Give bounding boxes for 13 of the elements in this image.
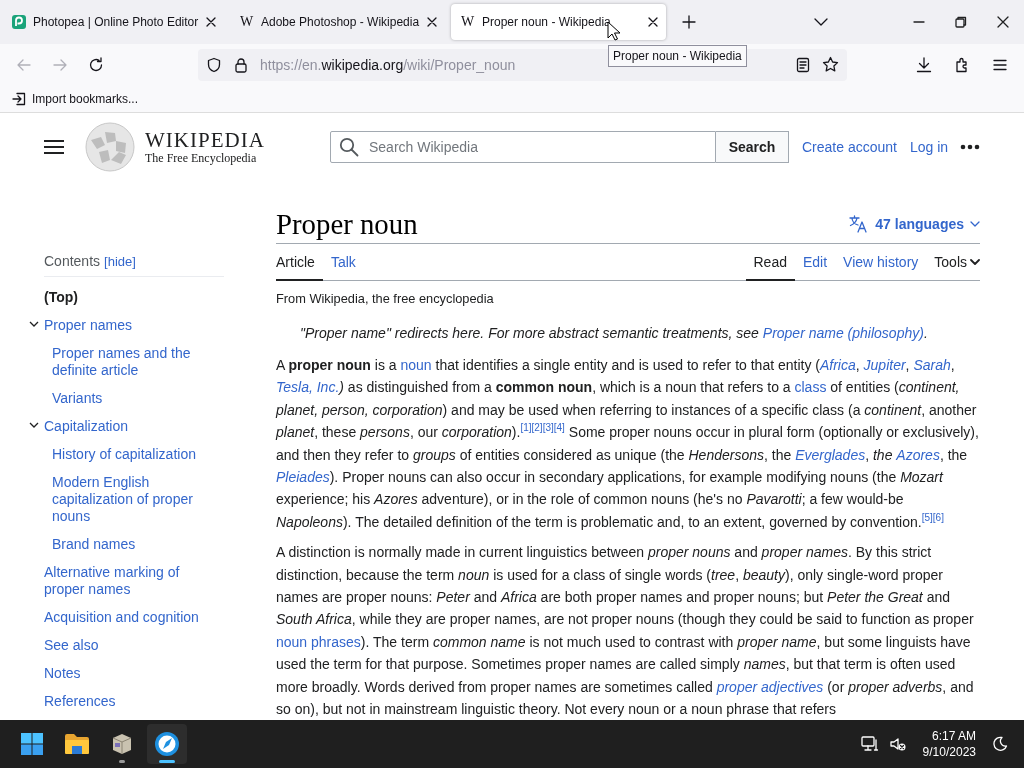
page-title: Proper noun <box>276 206 418 242</box>
article-paragraph: A distinction is normally made in current linguistics between proper nouns and proper names. By this strict distinction, because the term noun is used for a class of single words (tree, beauty), only single-word proper names are proper nouns: Peter and Africa are both proper names and proper nouns; but Peter the Great and South Africa, while they are proper names, are not proper nouns (though they could be said to function as proper noun phrases). The term common name is not much used to contrast with proper name, but some linguists have used the term for that purpose. Sometimes proper names are called simply names, but that term is often used more broadly. Words derived from proper names are sometimes called proper adjectives (or proper adverbs, and so on), but not in mainstream linguistic theory. Not every noun or a noun phrase that refers <box>276 543 975 720</box>
tab-title: Photopea | Online Photo Editor <box>33 15 199 29</box>
tooltip: Proper noun - Wikipedia <box>608 45 747 67</box>
tagline: The Free Encyclopedia <box>145 151 258 165</box>
hatnote: "Proper name" redirects here. For more abstract semantic treatments, see Proper name (philosophy). <box>299 324 929 343</box>
toc-title: Contents <box>44 253 101 269</box>
tab-title: Proper noun - Wikipedia <box>482 15 612 29</box>
site-sub: From Wikipedia, the free encyclopedia <box>276 291 495 306</box>
favicon: W <box>461 15 475 29</box>
tab-title: Adobe Photoshop - Wikipedia <box>261 15 420 29</box>
favicon: W <box>240 15 254 29</box>
wordmark: WIKIPEDIA <box>145 129 265 151</box>
